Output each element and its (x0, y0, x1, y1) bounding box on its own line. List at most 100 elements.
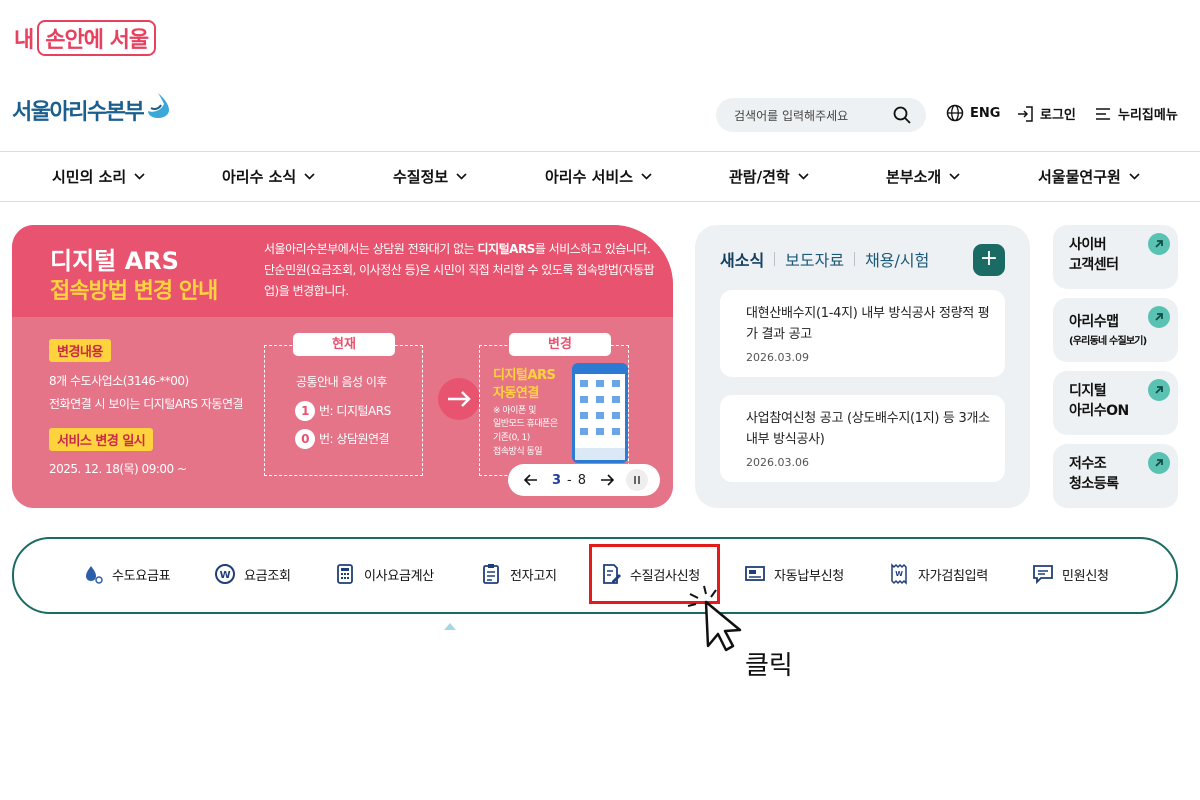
quick-water-rate[interactable]: 수도요금표 (82, 563, 171, 585)
news-date: 2026.03.06 (746, 456, 809, 469)
search-box[interactable]: 검색어를 입력해주세요 (716, 98, 926, 132)
change-tag: 변경내용 (49, 339, 111, 362)
search-input[interactable]: 검색어를 입력해주세요 (734, 107, 892, 124)
main-navigation: 시민의 소리 아리수 소식 수질정보 아리수 서비스 관람/견학 본부소개 서울… (0, 151, 1200, 202)
quick-bill-lookup[interactable]: W 요금조회 (214, 563, 291, 585)
news-date: 2026.03.09 (746, 351, 809, 364)
nav-item-about[interactable]: 본부소개 (886, 166, 960, 187)
seoul-badge: 내 손안에 서울 (14, 20, 157, 56)
quick-e-notice[interactable]: 전자고지 (480, 563, 557, 585)
banner-title: 디지털 ARS (50, 247, 179, 275)
nav-item-arisu-service[interactable]: 아리수 서비스 (545, 166, 652, 187)
changed-note3: 기존(0, 1) (493, 433, 530, 443)
calculator-icon (337, 564, 353, 584)
banner-subtitle: 접속방법 변경 안내 (50, 279, 218, 304)
water-drop-logo-icon (148, 93, 170, 118)
quick-label: 전자고지 (510, 568, 557, 584)
arrow-up-right-icon (1148, 233, 1170, 255)
number-badge: 0 (295, 429, 315, 449)
next-arrow-icon[interactable] (600, 474, 615, 486)
quick-self-meter[interactable]: W 자가검침입력 (888, 563, 988, 585)
page: 내 손안에 서울 서울아리수본부 검색어를 입력해주세요 ENG 로그인 누리집… (0, 0, 1200, 800)
sitemap-button[interactable]: 누리집메뉴 (1094, 104, 1178, 123)
banner-desc-bold: 디지털ARS (477, 242, 536, 256)
receipt-meter-icon: W (891, 563, 907, 585)
quick-label: 민원신청 (1062, 568, 1109, 584)
side-link-digital-arisu[interactable]: 디지털 아리수ON (1053, 371, 1178, 435)
side-link-line2: 고객센터 (1069, 257, 1119, 273)
news-title: 대현산배수지(1-4지) 내부 방식공사 정량적 평가 결과 공고 (746, 306, 990, 342)
chevron-down-icon (134, 173, 145, 180)
chevron-down-icon (304, 173, 315, 180)
nav-item-research[interactable]: 서울물연구원 (1038, 166, 1140, 187)
nav-label: 아리수 소식 (222, 168, 297, 186)
tab-news[interactable]: 새소식 (720, 247, 764, 271)
change-line2: 전화연결 시 보이는 디지털ARS 자동연결 (49, 397, 244, 411)
quick-move-calc[interactable]: 이사요금계산 (334, 563, 434, 585)
arrow-up-right-icon (1148, 306, 1170, 328)
login-button[interactable]: 로그인 (1016, 104, 1076, 123)
quick-label: 자동납부신청 (774, 568, 844, 584)
current-label: 현재 (293, 333, 395, 356)
news-tabs: 새소식 보도자료 채용/시험 (720, 247, 929, 271)
arrow-up-right-icon (1148, 379, 1170, 401)
quick-civil-complaint[interactable]: 민원신청 (1032, 563, 1109, 585)
nav-item-citizen-voice[interactable]: 시민의 소리 (52, 166, 145, 187)
nav-item-tour[interactable]: 관람/견학 (729, 166, 809, 187)
language-label: ENG (970, 105, 1001, 121)
mouse-cursor-icon (687, 585, 742, 652)
more-news-button[interactable]: + (973, 244, 1005, 276)
prev-arrow-icon[interactable] (524, 474, 538, 486)
news-card[interactable]: 사업참여신청 공고 (상도배수지(1지) 등 3개소 내부 방식공사) 2026… (720, 395, 1005, 482)
side-link-tank-cleaning[interactable]: 저수조 청소등록 (1053, 444, 1178, 508)
main-banner[interactable]: 디지털 ARS 접속방법 변경 안내 서울아리수본부에서는 상담원 전화대기 없… (12, 225, 673, 508)
side-link-line2: 아리수ON (1069, 403, 1129, 419)
chevron-down-icon (641, 173, 652, 180)
current-line: 공통안내 음성 이후 (296, 375, 387, 389)
site-logo[interactable]: 서울아리수본부 (12, 93, 171, 126)
language-button[interactable]: ENG (946, 104, 1000, 122)
chat-bubble-icon (1033, 565, 1053, 585)
tab-press[interactable]: 보도자료 (785, 247, 844, 271)
nav-item-arisu-news[interactable]: 아리수 소식 (222, 166, 315, 187)
side-link-line2: 청소등록 (1069, 476, 1119, 492)
current-option-1: 1 번: 디지털ARS (295, 401, 391, 421)
pager-separator: - (567, 472, 572, 488)
side-link-cyber-center[interactable]: 사이버 고객센터 (1053, 225, 1178, 289)
quick-label: 요금조회 (244, 568, 291, 584)
pager-current: 3 (552, 472, 562, 488)
nav-label: 서울물연구원 (1038, 168, 1121, 186)
news-panel: 새소식 보도자료 채용/시험 + 대현산배수지(1-4지) 내부 방식공사 정량… (695, 225, 1030, 508)
svg-text:W: W (220, 570, 231, 581)
chevron-down-icon (1129, 173, 1140, 180)
search-icon[interactable] (892, 105, 912, 125)
badge-boxed: 손안에 서울 (37, 20, 157, 56)
badge-prefix: 내 (14, 28, 34, 53)
banner-pager: 3 - 8 (508, 464, 660, 496)
nav-item-water-quality[interactable]: 수질정보 (393, 166, 467, 187)
pause-icon[interactable] (626, 469, 649, 491)
changed-title1: 디지털ARS (493, 368, 556, 383)
svg-text:W: W (895, 570, 903, 578)
arrow-right-icon (438, 378, 480, 420)
sitemap-label: 누리집메뉴 (1118, 108, 1178, 123)
nav-label: 아리수 서비스 (545, 168, 634, 186)
changed-label: 변경 (509, 333, 611, 356)
tab-divider (774, 252, 776, 266)
indicator-triangle (444, 623, 456, 630)
date-text: 2025. 12. 18(목) 09:00 ~ (49, 462, 187, 476)
clipboard-icon (483, 564, 499, 584)
logo-text: 서울아리수본부 (12, 100, 145, 125)
globe-icon (946, 104, 964, 122)
nav-label: 수질정보 (393, 168, 449, 186)
changed-note2: 일반모드 휴대폰은 (493, 419, 558, 429)
number-badge: 1 (295, 401, 315, 421)
side-link-arisu-map[interactable]: 아리수맵 (우리동네 수질보기) (1053, 298, 1178, 362)
won-coin-icon: W (215, 564, 235, 584)
quick-label: 수도요금표 (112, 568, 171, 584)
quick-auto-payment[interactable]: 자동납부신청 (744, 563, 844, 585)
tab-divider (854, 252, 856, 266)
pager-total: 8 (577, 472, 587, 488)
tab-recruit[interactable]: 채용/시험 (865, 247, 929, 271)
news-card[interactable]: 대현산배수지(1-4지) 내부 방식공사 정량적 평가 결과 공고 2026.0… (720, 290, 1005, 377)
